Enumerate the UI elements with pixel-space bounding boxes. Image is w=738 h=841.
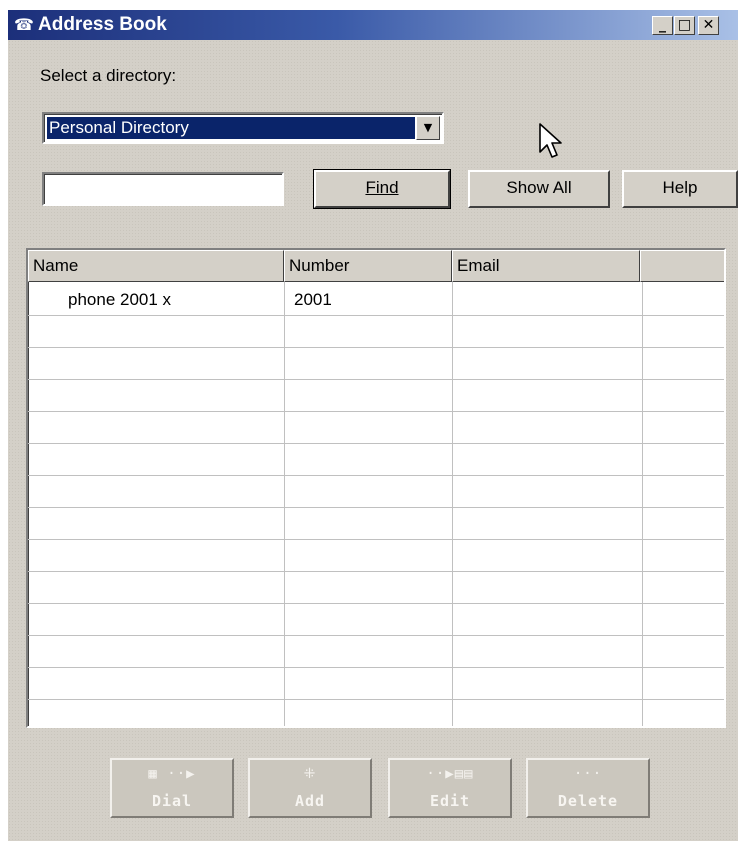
edit-button-label: Edit <box>429 792 471 810</box>
phone-icon: ☎ <box>14 15 34 34</box>
delete-button[interactable]: ··· Delete <box>526 758 650 818</box>
directory-selected-value: Personal Directory <box>47 117 415 139</box>
add-button[interactable]: ⁜ Add <box>248 758 372 818</box>
search-input[interactable] <box>42 172 284 206</box>
dial-button[interactable]: ▦ ··▶ Dial <box>110 758 234 818</box>
title-bar[interactable]: ☎ Address Book _ □ ✕ <box>8 10 738 40</box>
cell-number: 2001 <box>294 290 332 309</box>
table-row[interactable] <box>28 380 724 412</box>
edit-button[interactable]: ··▶▤▤ Edit <box>388 758 512 818</box>
table-row[interactable] <box>28 636 724 668</box>
table-row[interactable] <box>28 476 724 508</box>
cell-name: phone 2001 x <box>68 290 172 309</box>
minimize-button[interactable]: _ <box>652 16 673 35</box>
table-row[interactable] <box>28 572 724 604</box>
maximize-button[interactable]: □ <box>674 16 695 35</box>
table-row[interactable] <box>28 316 724 348</box>
delete-icon: ··· <box>573 766 603 782</box>
window-title: Address Book <box>38 14 167 35</box>
table-row[interactable] <box>28 444 724 476</box>
table-row[interactable] <box>28 348 724 380</box>
find-button-label: Find <box>365 178 399 197</box>
dial-icon: ▦ ··▶ <box>148 766 196 782</box>
close-button[interactable]: ✕ <box>698 16 719 35</box>
contacts-table[interactable]: Name Number Email phone 2001 x 2001 <box>26 248 726 728</box>
show-all-button-label: Show All <box>506 178 572 197</box>
directory-select[interactable]: Personal Directory ▼ <box>42 112 444 144</box>
add-icon: ⁜ <box>303 766 317 782</box>
column-header-name[interactable]: Name <box>28 250 284 282</box>
table-header: Name Number Email <box>28 250 724 282</box>
table-row[interactable] <box>28 540 724 572</box>
address-book-window: ☎ Address Book _ □ ✕ Select a directory:… <box>8 10 738 841</box>
table-row[interactable] <box>28 508 724 540</box>
add-button-label: Add <box>294 792 326 810</box>
table-row[interactable] <box>28 700 724 726</box>
find-button[interactable]: Find <box>313 169 451 209</box>
show-all-button[interactable]: Show All <box>468 170 610 208</box>
help-button-label: Help <box>662 178 698 197</box>
delete-button-label: Delete <box>557 792 619 810</box>
column-header-extra[interactable] <box>640 250 724 282</box>
edit-icon: ··▶▤▤ <box>426 766 474 782</box>
table-row[interactable] <box>28 412 724 444</box>
help-button[interactable]: Help <box>622 170 738 208</box>
chevron-down-icon[interactable]: ▼ <box>416 116 440 140</box>
table-row[interactable]: phone 2001 x 2001 <box>28 284 724 316</box>
column-header-number[interactable]: Number <box>284 250 452 282</box>
column-header-email[interactable]: Email <box>452 250 640 282</box>
dial-button-label: Dial <box>151 792 193 810</box>
table-row[interactable] <box>28 668 724 700</box>
directory-label: Select a directory: <box>40 66 177 85</box>
mouse-cursor-icon <box>539 123 562 158</box>
table-row[interactable] <box>28 604 724 636</box>
